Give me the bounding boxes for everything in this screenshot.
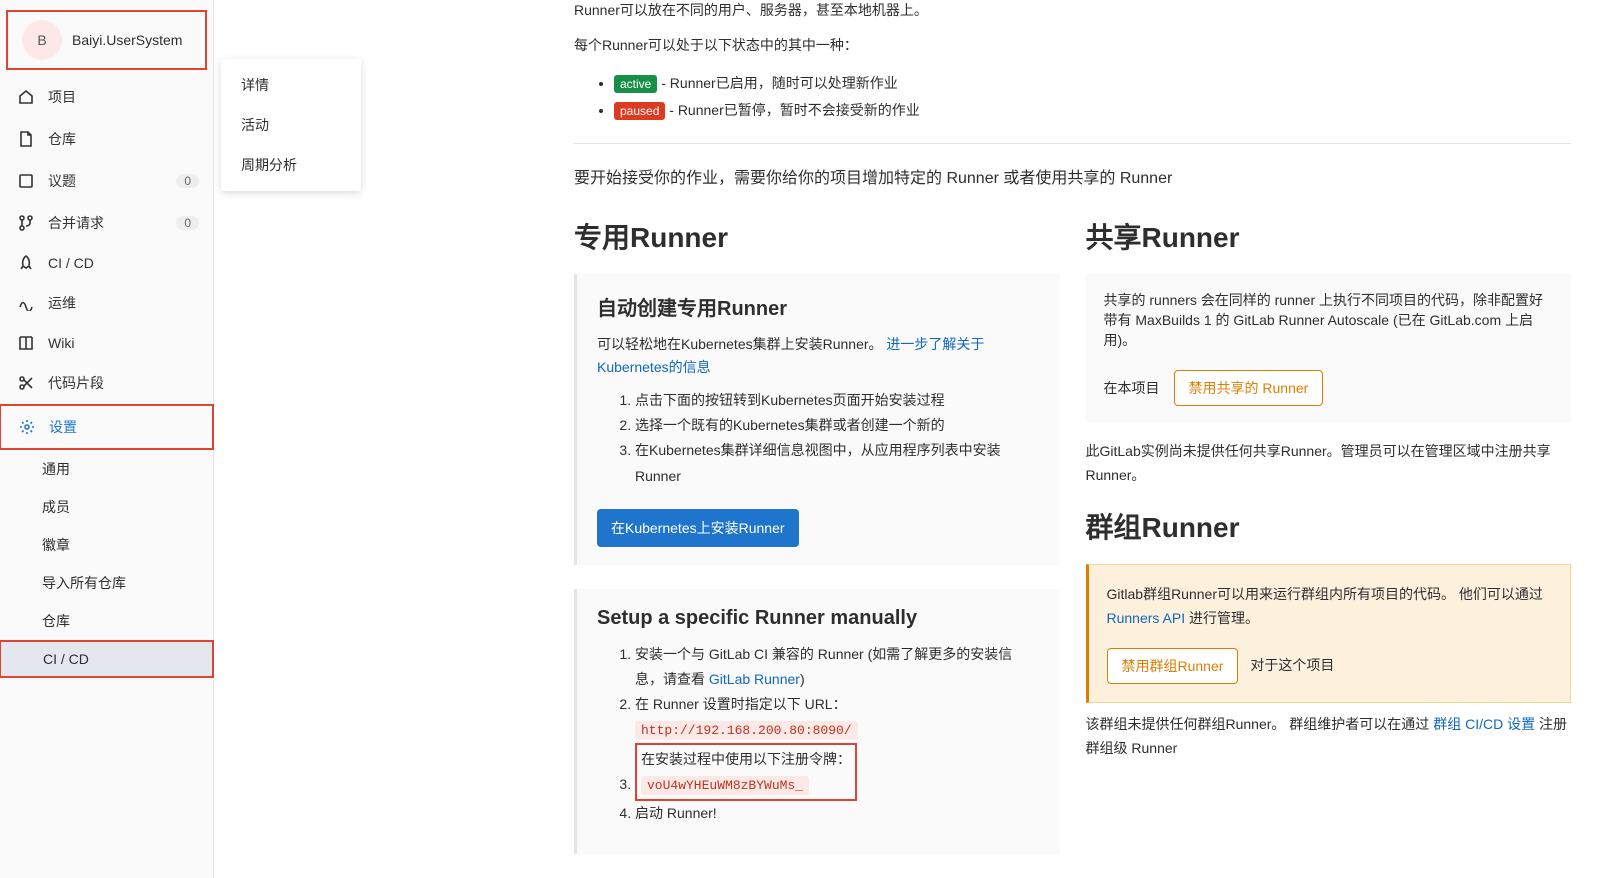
- nav-label: 运维: [48, 293, 76, 313]
- gear-icon: [19, 419, 35, 435]
- status-text: - Runner已暂停，暂时不会接受新的作业: [665, 102, 919, 118]
- nav-label: 仓库: [48, 129, 76, 149]
- nav-label: Wiki: [48, 335, 74, 351]
- for-project-label: 对于这个项目: [1250, 654, 1334, 678]
- nav-label: CI / CD: [48, 255, 94, 271]
- status-list: active - Runner已启用，随时可以处理新作业 paused - Ru…: [574, 70, 1571, 123]
- auto-h: 自动创建专用Runner: [597, 292, 1040, 321]
- nav-label: 代码片段: [48, 373, 104, 393]
- flyout-details[interactable]: 详情: [221, 65, 361, 105]
- shared-note: 此GitLab实例尚未提供任何共享Runner。管理员可以在管理区域中注册共享R…: [1086, 440, 1572, 488]
- specific-title: 专用Runner: [574, 216, 1060, 256]
- project-header[interactable]: B Baiyi.UserSystem: [6, 10, 207, 70]
- intro: Runner可以放在不同的用户、服务器，甚至本地机器上。 每个Runner可以处…: [574, 0, 1571, 123]
- nav-wiki[interactable]: Wiki: [0, 324, 213, 362]
- flyout-cycle[interactable]: 周期分析: [221, 145, 361, 185]
- nav-repo[interactable]: 仓库: [0, 118, 213, 160]
- status-paused: paused - Runner已暂停，暂时不会接受新的作业: [614, 97, 1571, 124]
- group-alert: Gitlab群组Runner可以用来运行群组内所有项目的代码。 他们可以通过 R…: [1086, 564, 1572, 704]
- subhead: 要开始接受你的作业，需要你给你的项目增加特定的 Runner 或者使用共享的 R…: [574, 164, 1571, 188]
- subnav-general[interactable]: 通用: [0, 450, 213, 488]
- auto-p: 可以轻松地在Kubernetes集群上安装Runner。 进一步了解关于Kube…: [597, 333, 1040, 378]
- manual-setup-well: Setup a specific Runner manually 安装一个与 G…: [574, 589, 1060, 855]
- status-text: - Runner已启用，随时可以处理新作业: [657, 75, 897, 91]
- auto-create-well: 自动创建专用Runner 可以轻松地在Kubernetes集群上安装Runner…: [574, 274, 1060, 565]
- issues-icon: [18, 173, 34, 189]
- paused-badge: paused: [614, 102, 665, 120]
- main-content: Runner可以放在不同的用户、服务器，甚至本地机器上。 每个Runner可以处…: [214, 0, 1611, 878]
- specific-runner-col: 专用Runner 自动创建专用Runner 可以轻松地在Kubernetes集群…: [574, 208, 1060, 878]
- step: 在 Runner 设置时指定以下 URL：http://192.168.200.…: [635, 692, 1040, 743]
- shared-desc: 共享的 runners 会在同样的 runner 上执行不同项目的代码，除非配置…: [1104, 290, 1554, 350]
- runner-url: http://192.168.200.80:8090/: [635, 721, 858, 740]
- subnav-cicd[interactable]: CI / CD: [0, 640, 214, 678]
- subnav-repo[interactable]: 仓库: [0, 602, 213, 640]
- step: 启动 Runner!: [635, 801, 1040, 826]
- nav-label: 项目: [48, 87, 76, 107]
- step: 选择一个既有的Kubernetes集群或者创建一个新的: [635, 413, 1040, 438]
- shared-runner-col: 共享Runner 共享的 runners 会在同样的 runner 上执行不同项…: [1086, 208, 1572, 878]
- group-title: 群组Runner: [1086, 506, 1572, 546]
- nav-badge: 0: [176, 174, 199, 188]
- intro-line1: Runner可以放在不同的用户、服务器，甚至本地机器上。: [574, 0, 1571, 21]
- nav-snippets[interactable]: 代码片段: [0, 362, 213, 404]
- in-project-label: 在本项目: [1104, 378, 1160, 398]
- book-icon: [18, 335, 34, 351]
- sidebar-nav: 项目 仓库 议题 0 合并请求 0 CI / CD 运维: [0, 76, 213, 450]
- manual-h: Setup a specific Runner manually: [597, 607, 1040, 630]
- active-badge: active: [614, 75, 657, 93]
- nav-merge-requests[interactable]: 合并请求 0: [0, 202, 213, 244]
- nav-cicd[interactable]: CI / CD: [0, 244, 213, 282]
- gitlab-runner-link[interactable]: GitLab Runner: [709, 671, 800, 687]
- shared-title: 共享Runner: [1086, 216, 1572, 256]
- intro-line2: 每个Runner可以处于以下状态中的其中一种：: [574, 35, 1571, 56]
- nav-project[interactable]: 项目: [0, 76, 213, 118]
- group-row: 禁用群组Runner 对于这个项目: [1107, 648, 1553, 684]
- status-active: active - Runner已启用，随时可以处理新作业: [614, 70, 1571, 97]
- project-name: Baiyi.UserSystem: [72, 32, 182, 48]
- subnav-import[interactable]: 导入所有仓库: [0, 564, 213, 602]
- group-cicd-link[interactable]: 群组 CI/CD 设置: [1433, 716, 1535, 732]
- nav-label: 议题: [48, 171, 76, 191]
- subnav-badges[interactable]: 徽章: [0, 526, 213, 564]
- rocket-icon: [18, 255, 34, 271]
- runner-token: voU4wYHEuWM8zBYWuMs_: [641, 776, 809, 795]
- ops-icon: [18, 295, 34, 311]
- sidebar: B Baiyi.UserSystem 项目 仓库 议题 0 合并请求 0: [0, 0, 214, 878]
- project-flyout: 详情 活动 周期分析: [221, 59, 361, 191]
- step: 安装一个与 GitLab CI 兼容的 Runner (如需了解更多的安装信息，…: [635, 642, 1040, 692]
- nav-ops[interactable]: 运维: [0, 282, 213, 324]
- merge-icon: [18, 215, 34, 231]
- disable-group-button[interactable]: 禁用群组Runner: [1107, 648, 1239, 684]
- nav-label: 设置: [49, 417, 77, 437]
- nav-issues[interactable]: 议题 0: [0, 160, 213, 202]
- nav-badge: 0: [176, 216, 199, 230]
- runners-api-link[interactable]: Runners API: [1107, 610, 1186, 626]
- group-note: 该群组未提供任何群组Runner。 群组维护者可以在通过 群组 CI/CD 设置…: [1086, 713, 1572, 761]
- flyout-activity[interactable]: 活动: [221, 105, 361, 145]
- project-avatar: B: [22, 20, 62, 60]
- step: 点击下面的按钮转到Kubernetes页面开始安装过程: [635, 388, 1040, 413]
- nav-settings[interactable]: 设置: [0, 404, 214, 450]
- nav-label: 合并请求: [48, 213, 104, 233]
- scissors-icon: [18, 375, 34, 391]
- divider: [574, 143, 1571, 144]
- shared-well: 共享的 runners 会在同样的 runner 上执行不同项目的代码，除非配置…: [1086, 274, 1572, 422]
- file-icon: [18, 131, 34, 147]
- auto-steps: 点击下面的按钮转到Kubernetes页面开始安装过程 选择一个既有的Kuber…: [597, 388, 1040, 489]
- subnav-members[interactable]: 成员: [0, 488, 213, 526]
- disable-shared-button[interactable]: 禁用共享的 Runner: [1174, 370, 1324, 406]
- home-icon: [18, 89, 34, 105]
- settings-subnav: 通用 成员 徽章 导入所有仓库 仓库 CI / CD: [0, 450, 213, 678]
- group-alert-text: Gitlab群组Runner可以用来运行群组内所有项目的代码。 他们可以通过 R…: [1107, 583, 1553, 631]
- step: 在安装过程中使用以下注册令牌：voU4wYHEuWM8zBYWuMs_: [635, 743, 1040, 802]
- step: 在Kubernetes集群详细信息视图中，从应用程序列表中安装Runner: [635, 438, 1040, 488]
- shared-row: 在本项目 禁用共享的 Runner: [1104, 370, 1554, 406]
- install-kube-button[interactable]: 在Kubernetes上安装Runner: [597, 509, 799, 547]
